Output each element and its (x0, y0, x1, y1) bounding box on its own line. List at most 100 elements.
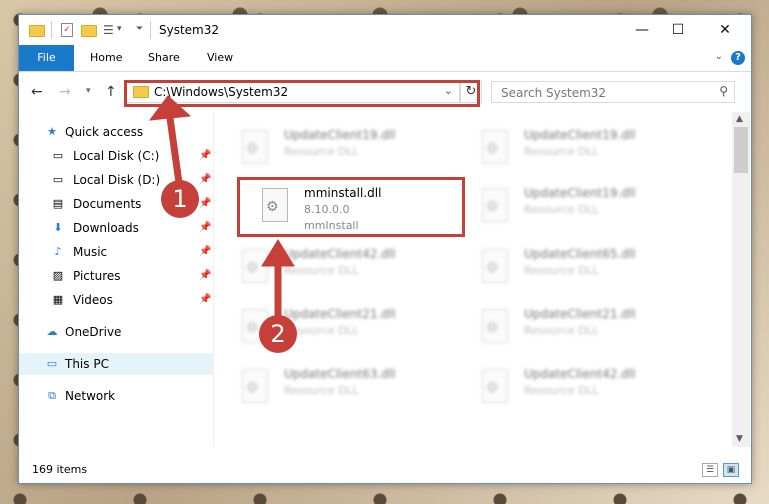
drive-icon: ▭ (52, 173, 64, 186)
up-arrow-icon[interactable]: ↑ (105, 84, 117, 100)
pin-icon[interactable]: 📌 (199, 265, 211, 287)
sidebar-item-quick-access[interactable]: ★ Quick access (19, 121, 213, 143)
dll-file-icon: ⚙ (242, 369, 268, 403)
file-name: UpdateClient65.dll (524, 247, 636, 261)
drive-icon: ▭ (52, 149, 64, 162)
file-type: Resource DLL (524, 203, 599, 216)
file-name: UpdateClient21.dll (524, 307, 636, 321)
sidebar-item-label: Downloads (73, 221, 139, 235)
new-folder-icon[interactable] (81, 25, 97, 37)
file-name: UpdateClient63.dll (284, 367, 396, 381)
recent-locations-icon[interactable]: ▾ (86, 86, 91, 96)
ribbon-tabs: File Home Share View ⌄ ? (19, 45, 751, 72)
cloud-icon: ☁ (46, 325, 58, 338)
list-item[interactable]: ⚙ UpdateClient21.dll Resource DLL (474, 303, 699, 358)
step-badge-2: 2 (259, 315, 297, 353)
expand-ribbon-icon[interactable]: ⌄ (715, 51, 723, 62)
music-icon: ♪ (54, 245, 62, 258)
file-type: Resource DLL (524, 384, 599, 397)
list-item[interactable]: ⚙ UpdateClient19.dll Resource DLL (474, 124, 699, 179)
search-input[interactable] (499, 85, 708, 101)
sidebar-item-label: Videos (73, 293, 113, 307)
sidebar-item-label: Local Disk (D:) (73, 173, 161, 187)
sidebar-item-network[interactable]: ⧉ Network (19, 385, 213, 407)
sidebar-item-onedrive[interactable]: ☁ OneDrive (19, 321, 213, 343)
file-type: Resource DLL (524, 145, 599, 158)
dll-file-icon: ⚙ (242, 130, 268, 164)
search-box[interactable]: ⚲ (491, 81, 735, 103)
file-name: UpdateClient19.dll (524, 186, 636, 200)
scroll-up-icon[interactable]: ▲ (736, 114, 743, 124)
network-icon: ⧉ (48, 389, 56, 402)
customize-icon[interactable]: ☰ (103, 23, 114, 39)
sidebar-item-label: OneDrive (65, 325, 122, 339)
list-item[interactable]: ⚙ UpdateClient19.dll Resource DLL (474, 182, 699, 237)
sidebar-item-label: This PC (65, 357, 109, 371)
sidebar-item-label: Music (73, 245, 108, 259)
file-list: ⚙ UpdateClient19.dll Resource DLL ⚙ Upda… (214, 112, 732, 447)
list-item[interactable]: ⚙ UpdateClient63.dll Resource DLL (234, 363, 459, 418)
sidebar-item-label: Network (65, 389, 116, 403)
status-bar: 169 items ☰ ▣ (19, 459, 751, 483)
file-type: Resource DLL (284, 145, 359, 158)
sidebar-item-local-disk-c[interactable]: ▭ Local Disk (C:) 📌 (19, 145, 213, 167)
sidebar-item-label: Documents (73, 197, 142, 211)
file-type: Resource DLL (284, 384, 359, 397)
help-icon[interactable]: ? (731, 51, 745, 65)
star-icon: ★ (47, 125, 57, 138)
search-icon: ⚲ (719, 84, 728, 98)
tab-share[interactable]: Share (134, 45, 194, 71)
close-button[interactable]: ✕ (702, 15, 748, 45)
pin-icon[interactable]: 📌 (199, 241, 211, 263)
sidebar-item-downloads[interactable]: ⬇ Downloads 📌 (19, 217, 213, 239)
list-item[interactable]: ⚙ UpdateClient65.dll Resource DLL (474, 243, 699, 298)
back-arrow-icon[interactable]: ← (31, 84, 43, 100)
pin-icon[interactable]: 📌 (199, 289, 211, 311)
window-title: System32 (159, 23, 220, 37)
properties-icon[interactable]: ✓ (61, 23, 73, 37)
tab-view[interactable]: View (193, 45, 247, 71)
download-icon: ⬇ (53, 221, 63, 234)
tab-file[interactable]: File (19, 45, 74, 71)
sidebar-item-label: Pictures (73, 269, 121, 283)
dll-file-icon: ⚙ (482, 188, 508, 222)
sidebar-item-label: Local Disk (C:) (73, 149, 160, 163)
file-type: Resource DLL (524, 264, 599, 277)
tab-home[interactable]: Home (76, 45, 136, 71)
quick-access-dropdown-icon[interactable]: ⏷ (136, 24, 143, 40)
sidebar-item-music[interactable]: ♪ Music 📌 (19, 241, 213, 263)
file-name: UpdateClient19.dll (284, 128, 396, 142)
forward-arrow-icon[interactable]: → (59, 84, 71, 100)
pin-icon[interactable]: 📌 (199, 169, 211, 191)
file-type: Resource DLL (284, 264, 359, 277)
file-name: UpdateClient21.dll (284, 307, 396, 321)
chevron-down-icon[interactable]: ▾ (117, 24, 122, 40)
separator (51, 21, 52, 39)
title-bar: ✓ ☰ ▾ ⏷ System32 — ☐ ✕ (19, 15, 751, 45)
sidebar-item-this-pc[interactable]: ▭ This PC (19, 353, 213, 375)
details-view-icon[interactable]: ☰ (702, 463, 718, 477)
file-highlight (237, 177, 465, 237)
sidebar-item-pictures[interactable]: ▨ Pictures 📌 (19, 265, 213, 287)
list-item[interactable]: ⚙ UpdateClient42.dll Resource DLL (474, 363, 699, 418)
pin-icon[interactable]: 📌 (199, 217, 211, 239)
pictures-icon: ▨ (52, 269, 64, 282)
dll-file-icon: ⚙ (482, 369, 508, 403)
pin-icon[interactable]: 📌 (199, 193, 211, 215)
sidebar-item-videos[interactable]: ▦ Videos 📌 (19, 289, 213, 311)
scroll-thumb[interactable] (734, 127, 748, 173)
file-name: UpdateClient19.dll (524, 128, 636, 142)
list-item[interactable]: ⚙ UpdateClient42.dll Resource DLL (234, 243, 459, 298)
file-name: UpdateClient42.dll (524, 367, 636, 381)
pin-icon[interactable]: 📌 (199, 145, 211, 167)
scroll-down-icon[interactable]: ▼ (736, 434, 743, 444)
large-icons-view-icon[interactable]: ▣ (723, 463, 739, 477)
item-count: 169 items (32, 463, 88, 476)
folder-icon (29, 25, 45, 37)
dll-file-icon: ⚙ (482, 130, 508, 164)
computer-icon: ▭ (46, 357, 58, 370)
maximize-button[interactable]: ☐ (655, 15, 701, 45)
list-item[interactable]: ⚙ UpdateClient19.dll Resource DLL (234, 124, 459, 179)
vertical-scrollbar[interactable]: ▲ ▼ (732, 112, 750, 447)
videos-icon: ▦ (52, 293, 64, 306)
